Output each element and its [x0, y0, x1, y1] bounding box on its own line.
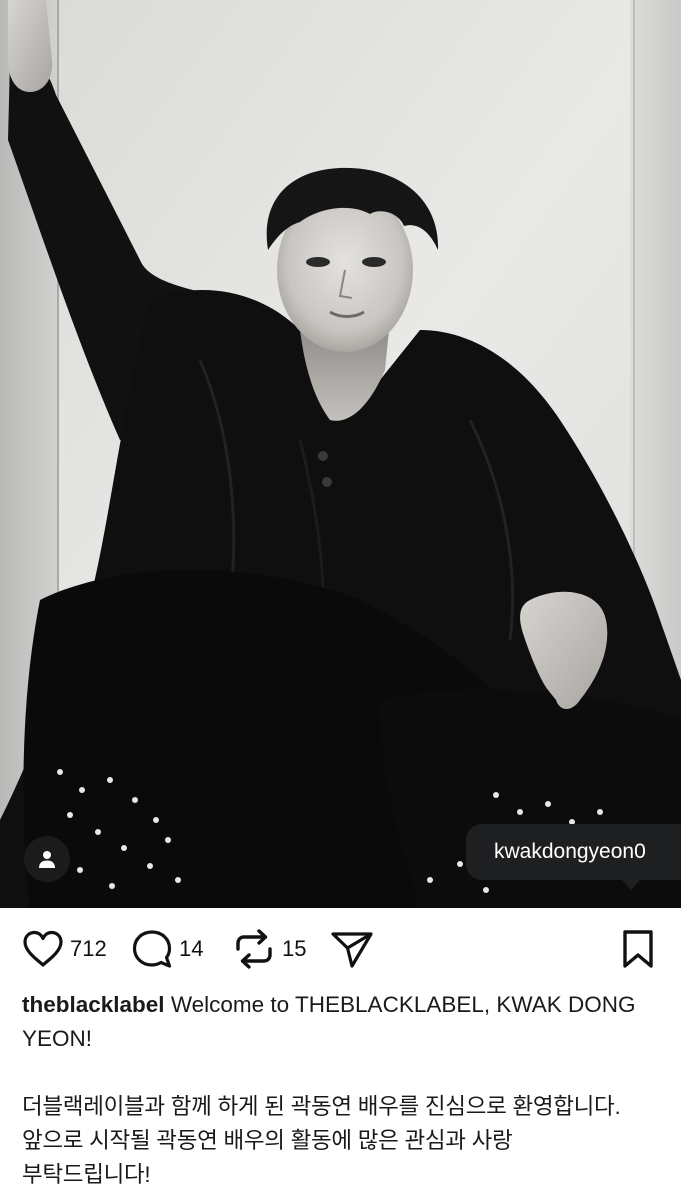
repost-count: 15	[282, 936, 307, 961]
photo-image	[0, 0, 681, 908]
person-icon	[39, 851, 55, 868]
caption-username[interactable]: theblacklabel	[22, 992, 165, 1017]
user-tag-label[interactable]: kwakdongyeon0	[466, 824, 681, 890]
caption-korean-line-2: 앞으로 시작될 곽동연 배우의 활동에 많은 관심과 사랑	[22, 1128, 513, 1153]
like-button[interactable]: 712	[22, 928, 107, 970]
post-action-bar: 712 14 15	[0, 908, 681, 990]
post-photo[interactable]: kwakdongyeon0	[0, 0, 681, 908]
save-button[interactable]	[620, 928, 656, 970]
comment-count: 14	[179, 936, 204, 961]
comment-bubble-icon	[132, 930, 172, 968]
heart-icon	[23, 930, 63, 967]
caption-english: theblacklabel Welcome to THEBLACKLABEL, …	[22, 988, 662, 1056]
caption-korean-line-3: 부탁드립니다!	[22, 1162, 151, 1187]
repost-arrows-icon	[236, 929, 272, 969]
post-caption: theblacklabel Welcome to THEBLACKLABEL, …	[22, 988, 662, 1192]
paper-plane-icon	[331, 932, 373, 968]
caption-korean-line-1: 더블랙레이블과 함께 하게 된 곽동연 배우를 진심으로 환영합니다.	[22, 1094, 621, 1119]
repost-button[interactable]: 15	[232, 928, 306, 970]
share-button[interactable]	[330, 928, 374, 970]
comment-button[interactable]: 14	[131, 928, 203, 970]
like-count: 712	[70, 936, 107, 961]
tagged-username: kwakdongyeon0	[494, 840, 646, 863]
bookmark-icon	[623, 930, 653, 968]
tagged-users-button[interactable]	[24, 836, 70, 882]
